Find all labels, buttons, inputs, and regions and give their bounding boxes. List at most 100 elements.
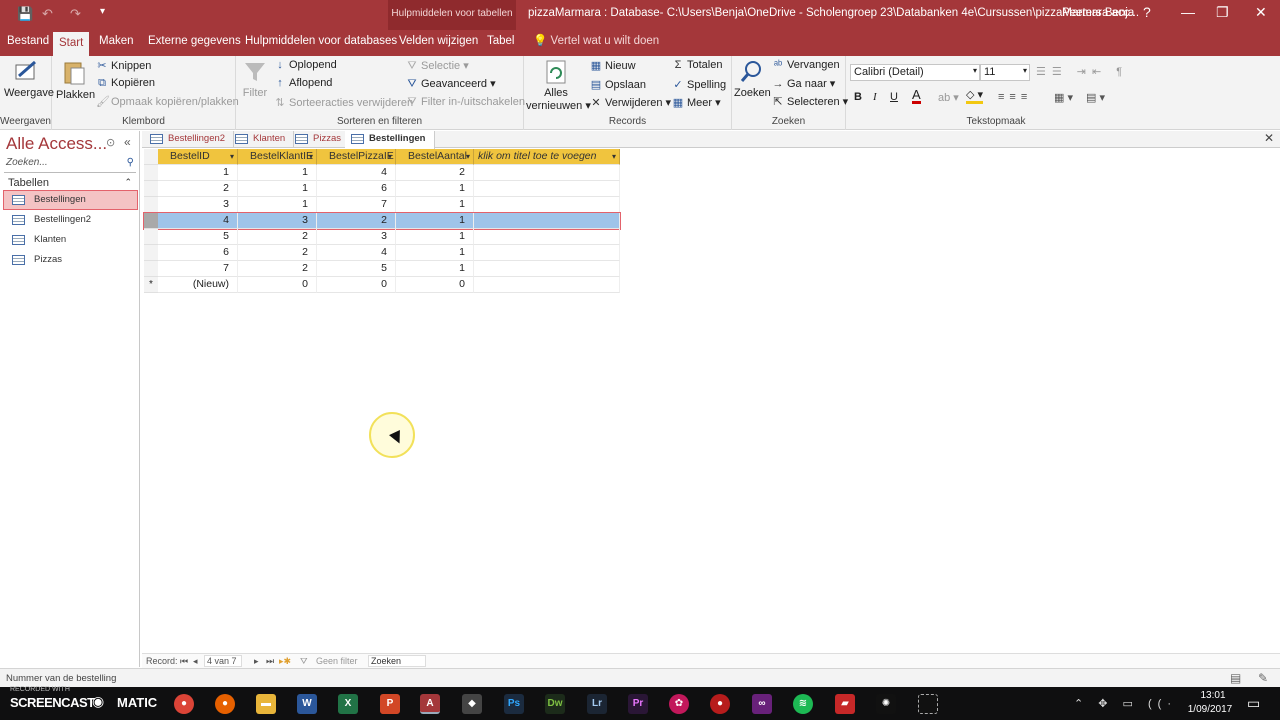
- tray-icons[interactable]: ⌃ ✥ ▭ ((·: [1074, 697, 1177, 710]
- powerpoint-icon[interactable]: P: [380, 694, 400, 714]
- redo-icon[interactable]: ↷: [70, 6, 81, 22]
- premiere-icon[interactable]: Pr: [628, 694, 648, 714]
- font-select[interactable]: Calibri (Detail) ▾: [850, 64, 980, 81]
- table-cell[interactable]: 1: [238, 197, 317, 213]
- aflopend-button[interactable]: ↑ Aflopend: [274, 77, 332, 89]
- close-button[interactable]: ✕: [1255, 4, 1267, 21]
- meer-button[interactable]: ▦ Meer ▾: [672, 96, 721, 109]
- table-cell[interactable]: 2: [396, 165, 474, 181]
- filter-status[interactable]: Geen filter: [316, 656, 358, 666]
- table-row[interactable]: 2161: [144, 181, 620, 197]
- minimize-button[interactable]: —: [1181, 4, 1195, 20]
- doctab-bestellingen2[interactable]: Bestellingen2: [144, 131, 235, 148]
- tab-externe-gegevens[interactable]: Externe gegevens: [142, 30, 247, 56]
- record-selector[interactable]: [144, 261, 158, 277]
- tab-bestand[interactable]: Bestand: [1, 30, 55, 56]
- opslaan-button[interactable]: ▤ Opslaan: [590, 78, 646, 91]
- design-view-icon[interactable]: ✎: [1258, 671, 1268, 685]
- collapse-pane-icon[interactable]: «: [124, 135, 131, 149]
- nieuw-button[interactable]: ▦ Nieuw: [590, 59, 636, 72]
- close-document-icon[interactable]: ✕: [1264, 131, 1274, 145]
- ganaar-button[interactable]: → Ga naar ▾: [772, 77, 836, 90]
- record-selector[interactable]: [144, 213, 158, 229]
- loading-icon[interactable]: ✺: [876, 694, 896, 714]
- knippen-button[interactable]: ✂ Knippen: [96, 59, 151, 72]
- table-cell[interactable]: 5: [317, 261, 396, 277]
- user-name[interactable]: Peeters Benja: [1062, 7, 1134, 19]
- table-cell[interactable]: 3: [317, 229, 396, 245]
- empty-cell[interactable]: [474, 165, 620, 181]
- table-cell[interactable]: 1: [158, 165, 238, 181]
- geavanceerd-button[interactable]: ⛛ Geavanceerd ▾: [406, 77, 495, 91]
- add-column-header[interactable]: klik om titel toe te voegen ▾: [474, 149, 620, 165]
- select-all-cell[interactable]: [144, 149, 158, 165]
- tell-me-box[interactable]: 💡 Vertel wat u wilt doen: [527, 30, 665, 56]
- help-icon[interactable]: ?: [1143, 4, 1151, 20]
- table-row[interactable]: 4321: [143, 212, 621, 230]
- chevron-down-icon[interactable]: ▾: [230, 149, 234, 164]
- record-selector[interactable]: [144, 181, 158, 197]
- table-cell[interactable]: 7: [158, 261, 238, 277]
- gridlines-icon[interactable]: ▦ ▾: [1054, 91, 1073, 104]
- snipping-icon[interactable]: [918, 694, 938, 714]
- table-row[interactable]: 1142: [144, 165, 620, 181]
- chevron-down-icon[interactable]: ▾: [388, 149, 392, 164]
- doctab-pizzas[interactable]: Pizzas: [289, 131, 350, 148]
- dreamweaver-icon[interactable]: Dw: [545, 694, 565, 714]
- vervangen-button[interactable]: ᵃᵇ Vervangen: [772, 59, 840, 71]
- table-cell[interactable]: 7: [317, 197, 396, 213]
- table-cell[interactable]: 1: [396, 213, 474, 229]
- photoshop-icon[interactable]: Ps: [504, 694, 524, 714]
- table-cell[interactable]: 4: [158, 213, 238, 229]
- opmaak-kopieren-button[interactable]: 🖌Opmaak kopiëren/plakken: [96, 95, 239, 108]
- table-cell[interactable]: 0: [238, 277, 317, 293]
- table-cell[interactable]: 1: [238, 165, 317, 181]
- chevron-down-icon[interactable]: ▾: [466, 149, 470, 164]
- excel-icon[interactable]: X: [338, 694, 358, 714]
- alles-vernieuwen-button[interactable]: Alles vernieuwen ▾: [526, 59, 591, 112]
- table-cell[interactable]: 2: [238, 261, 317, 277]
- nav-item-bestellingen2[interactable]: Bestellingen2: [4, 211, 137, 229]
- empty-cell[interactable]: [474, 229, 620, 245]
- column-header[interactable]: BestelPizzaIE ▾: [317, 149, 396, 165]
- table-cell[interactable]: 1: [396, 181, 474, 197]
- nav-search-input[interactable]: Zoeken... ⚲: [4, 157, 136, 173]
- record-selector[interactable]: [144, 245, 158, 261]
- italic-button[interactable]: I: [873, 91, 877, 103]
- highlight-icon[interactable]: ab ▾: [938, 91, 959, 104]
- table-cell[interactable]: 2: [158, 181, 238, 197]
- table-row[interactable]: 3171: [144, 197, 620, 213]
- first-record-button[interactable]: ⏮: [180, 656, 188, 667]
- weergave-button[interactable]: Weergave: [4, 59, 54, 99]
- plakken-button[interactable]: Plakken: [56, 59, 95, 101]
- table-cell[interactable]: 4: [317, 165, 396, 181]
- new-record-button[interactable]: ▸✱: [279, 656, 291, 667]
- record-selector[interactable]: *: [144, 277, 158, 293]
- table-cell[interactable]: 1: [396, 229, 474, 245]
- table-cell[interactable]: 5: [158, 229, 238, 245]
- underline-button[interactable]: U: [890, 91, 898, 103]
- app-icon[interactable]: ◆: [462, 694, 482, 714]
- file-explorer-icon[interactable]: ▬: [256, 694, 276, 714]
- column-header[interactable]: BestelKlantIE ▾: [238, 149, 317, 165]
- chevron-down-icon[interactable]: ▾: [612, 149, 616, 164]
- empty-cell[interactable]: [474, 261, 620, 277]
- tab-start[interactable]: Start: [53, 32, 90, 56]
- fill-color-icon[interactable]: ◇ ▾: [966, 89, 984, 104]
- table-cell[interactable]: 1: [396, 245, 474, 261]
- record-search-input[interactable]: Zoeken: [368, 655, 426, 667]
- kopieren-button[interactable]: ⧉ Kopiëren: [96, 77, 155, 90]
- table-cell[interactable]: 1: [396, 261, 474, 277]
- nav-item-klanten[interactable]: Klanten: [4, 231, 137, 249]
- table-cell[interactable]: 0: [396, 277, 474, 293]
- table-cell[interactable]: 3: [238, 213, 317, 229]
- firefox-icon[interactable]: ●: [215, 694, 235, 714]
- chevron-down-icon[interactable]: ▾: [309, 149, 313, 164]
- tab-tabel[interactable]: Tabel: [481, 30, 521, 56]
- new-record-row[interactable]: * (Nieuw) 0 0 0: [144, 277, 620, 293]
- totalen-button[interactable]: Σ Totalen: [672, 59, 723, 71]
- empty-cell[interactable]: [474, 277, 620, 293]
- empty-cell[interactable]: [474, 197, 620, 213]
- tab-maken[interactable]: Maken: [93, 30, 140, 56]
- notifications-icon[interactable]: ▭: [1247, 695, 1260, 712]
